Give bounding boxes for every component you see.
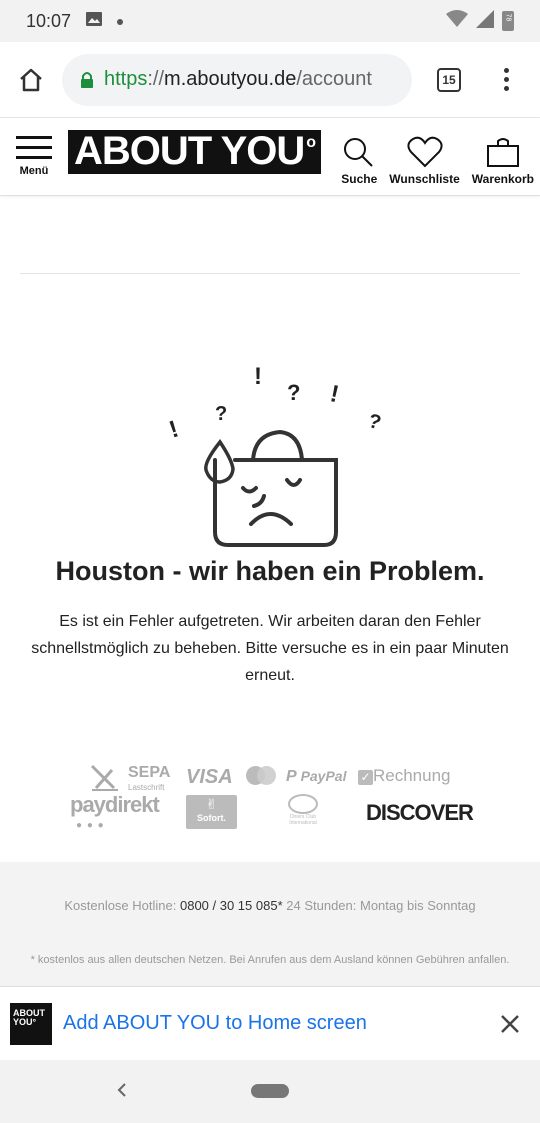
status-time: 10:07 bbox=[26, 10, 72, 31]
back-button[interactable] bbox=[110, 1078, 134, 1102]
footer: Kostenlose Hotline: 0800 / 30 15 085* 24… bbox=[0, 862, 540, 986]
signal-icon bbox=[476, 9, 494, 33]
mastercard-logo bbox=[246, 766, 276, 786]
menu-dot bbox=[503, 77, 509, 82]
hand-icon: ✌ bbox=[205, 796, 218, 812]
hotline-number[interactable]: 0800 / 30 15 085* bbox=[180, 898, 283, 913]
home-pill-button[interactable] bbox=[251, 1084, 289, 1098]
bag-icon bbox=[486, 137, 519, 167]
heart-icon bbox=[407, 136, 443, 167]
cart-button[interactable]: Warenkorb bbox=[472, 136, 534, 186]
tab-switcher-button[interactable]: 15 bbox=[412, 67, 486, 92]
svg-text:?: ? bbox=[366, 410, 383, 434]
menu-label: Menü bbox=[19, 165, 49, 177]
url-bar[interactable]: https://m.aboutyou.de/account bbox=[62, 53, 412, 106]
error-message: Es ist ein Fehler aufgetreten. Wir arbei… bbox=[31, 613, 509, 684]
sofort-logo: ✌ Sofort. bbox=[186, 795, 237, 829]
sofort-text: Sofort. bbox=[197, 813, 226, 823]
notification-dot-icon bbox=[117, 12, 124, 30]
paydirekt-dots: ● ● ● bbox=[76, 820, 105, 831]
svg-text:!: ! bbox=[328, 380, 341, 408]
paypal-p-icon: P bbox=[286, 768, 297, 785]
paypal-text: PayPal bbox=[300, 768, 347, 784]
logo-text: ABOUT YOU bbox=[74, 129, 305, 173]
diners-text: Diners Club International bbox=[289, 814, 317, 826]
sepa-icon bbox=[90, 764, 118, 791]
menu-button[interactable]: Menü bbox=[0, 118, 68, 196]
site-header: Menü ABOUT YOU o Suche Wunschliste Warenk… bbox=[0, 118, 540, 196]
home-icon bbox=[20, 68, 42, 91]
svg-text:?: ? bbox=[215, 403, 227, 425]
close-banner-button[interactable] bbox=[490, 1004, 530, 1044]
battery-level: 78 bbox=[504, 13, 512, 22]
add-to-home-banner[interactable]: ABOUT YOU° Add ABOUT YOU to Home screen bbox=[0, 986, 540, 1060]
menu-dot bbox=[503, 68, 509, 73]
wishlist-button[interactable]: Wunschliste bbox=[389, 136, 460, 186]
content-divider bbox=[20, 273, 520, 274]
error-title: Houston - wir haben ein Problem. bbox=[55, 556, 485, 586]
home-button[interactable] bbox=[0, 42, 62, 118]
url-path: /account bbox=[296, 68, 372, 90]
about-you-app-icon: ABOUT YOU° bbox=[10, 1002, 52, 1045]
invoice-logo: ✓ Rechnung bbox=[358, 766, 451, 786]
search-icon bbox=[344, 137, 373, 167]
logo-degree: o bbox=[306, 133, 316, 151]
diners-logo: Diners Club International bbox=[280, 794, 326, 830]
hotline-label: Kostenlose Hotline: bbox=[64, 898, 177, 913]
hotline-info: Kostenlose Hotline: 0800 / 30 15 085* 24… bbox=[40, 892, 500, 919]
sad-box-illustration: ! ? ! ? ! ? bbox=[166, 363, 383, 547]
image-notification-icon bbox=[85, 11, 103, 32]
paydirekt-text: paydirekt bbox=[70, 792, 160, 817]
url-host: m.aboutyou.de bbox=[164, 68, 297, 90]
search-label: Suche bbox=[341, 171, 378, 186]
hamburger-icon bbox=[16, 136, 52, 159]
sepa-sub-text: Lastschrift bbox=[128, 783, 165, 792]
wishlist-label: Wunschliste bbox=[389, 171, 460, 186]
browser-toolbar: https://m.aboutyou.de/account 15 bbox=[0, 42, 540, 118]
battery-icon: 78 bbox=[502, 11, 514, 31]
svg-text:?: ? bbox=[287, 380, 300, 405]
hotline-hours: 24 Stunden: Montag bis Sonntag bbox=[286, 898, 476, 913]
url-text: https://m.aboutyou.de/account bbox=[104, 68, 372, 91]
diners-circle-icon bbox=[288, 794, 318, 814]
sepa-text: SEPA bbox=[128, 764, 171, 781]
browser-menu-button[interactable] bbox=[486, 68, 526, 91]
menu-dot bbox=[503, 86, 509, 91]
payment-methods: SEPA Lastschrift VISA P PayPal ✓ Rechnung… bbox=[60, 760, 500, 836]
system-nav-bar bbox=[0, 1060, 540, 1123]
paypal-logo: P PayPal bbox=[286, 768, 347, 786]
app-icon-line2: YOU° bbox=[13, 1016, 37, 1027]
add-to-home-text[interactable]: Add ABOUT YOU to Home screen bbox=[63, 1012, 367, 1035]
cart-label: Warenkorb bbox=[471, 171, 534, 186]
lock-icon bbox=[81, 71, 93, 88]
page: 10:07 78 https://m.aboutyou.de/account 1… bbox=[0, 0, 540, 1123]
svg-text:!: ! bbox=[166, 416, 182, 444]
visa-logo: VISA bbox=[186, 766, 233, 788]
back-chevron-icon bbox=[117, 1083, 126, 1097]
url-scheme: https bbox=[104, 68, 148, 90]
tab-count: 15 bbox=[437, 67, 461, 92]
about-you-logo[interactable]: ABOUT YOU o bbox=[68, 129, 322, 174]
search-button[interactable]: Suche bbox=[341, 136, 377, 186]
invoice-text: Rechnung bbox=[373, 766, 451, 785]
url-separator: :// bbox=[147, 68, 165, 90]
paydirekt-logo: paydirekt ● ● ● bbox=[70, 792, 160, 831]
svg-text:!: ! bbox=[254, 363, 262, 390]
hotline-disclaimer: * kostenlos aus allen deutschen Netzen. … bbox=[30, 954, 510, 966]
status-bar: 10:07 78 bbox=[0, 0, 540, 42]
wifi-icon bbox=[446, 9, 468, 33]
check-icon: ✓ bbox=[358, 770, 373, 785]
discover-logo: DISCOVER bbox=[366, 800, 474, 825]
close-icon bbox=[501, 1014, 519, 1033]
